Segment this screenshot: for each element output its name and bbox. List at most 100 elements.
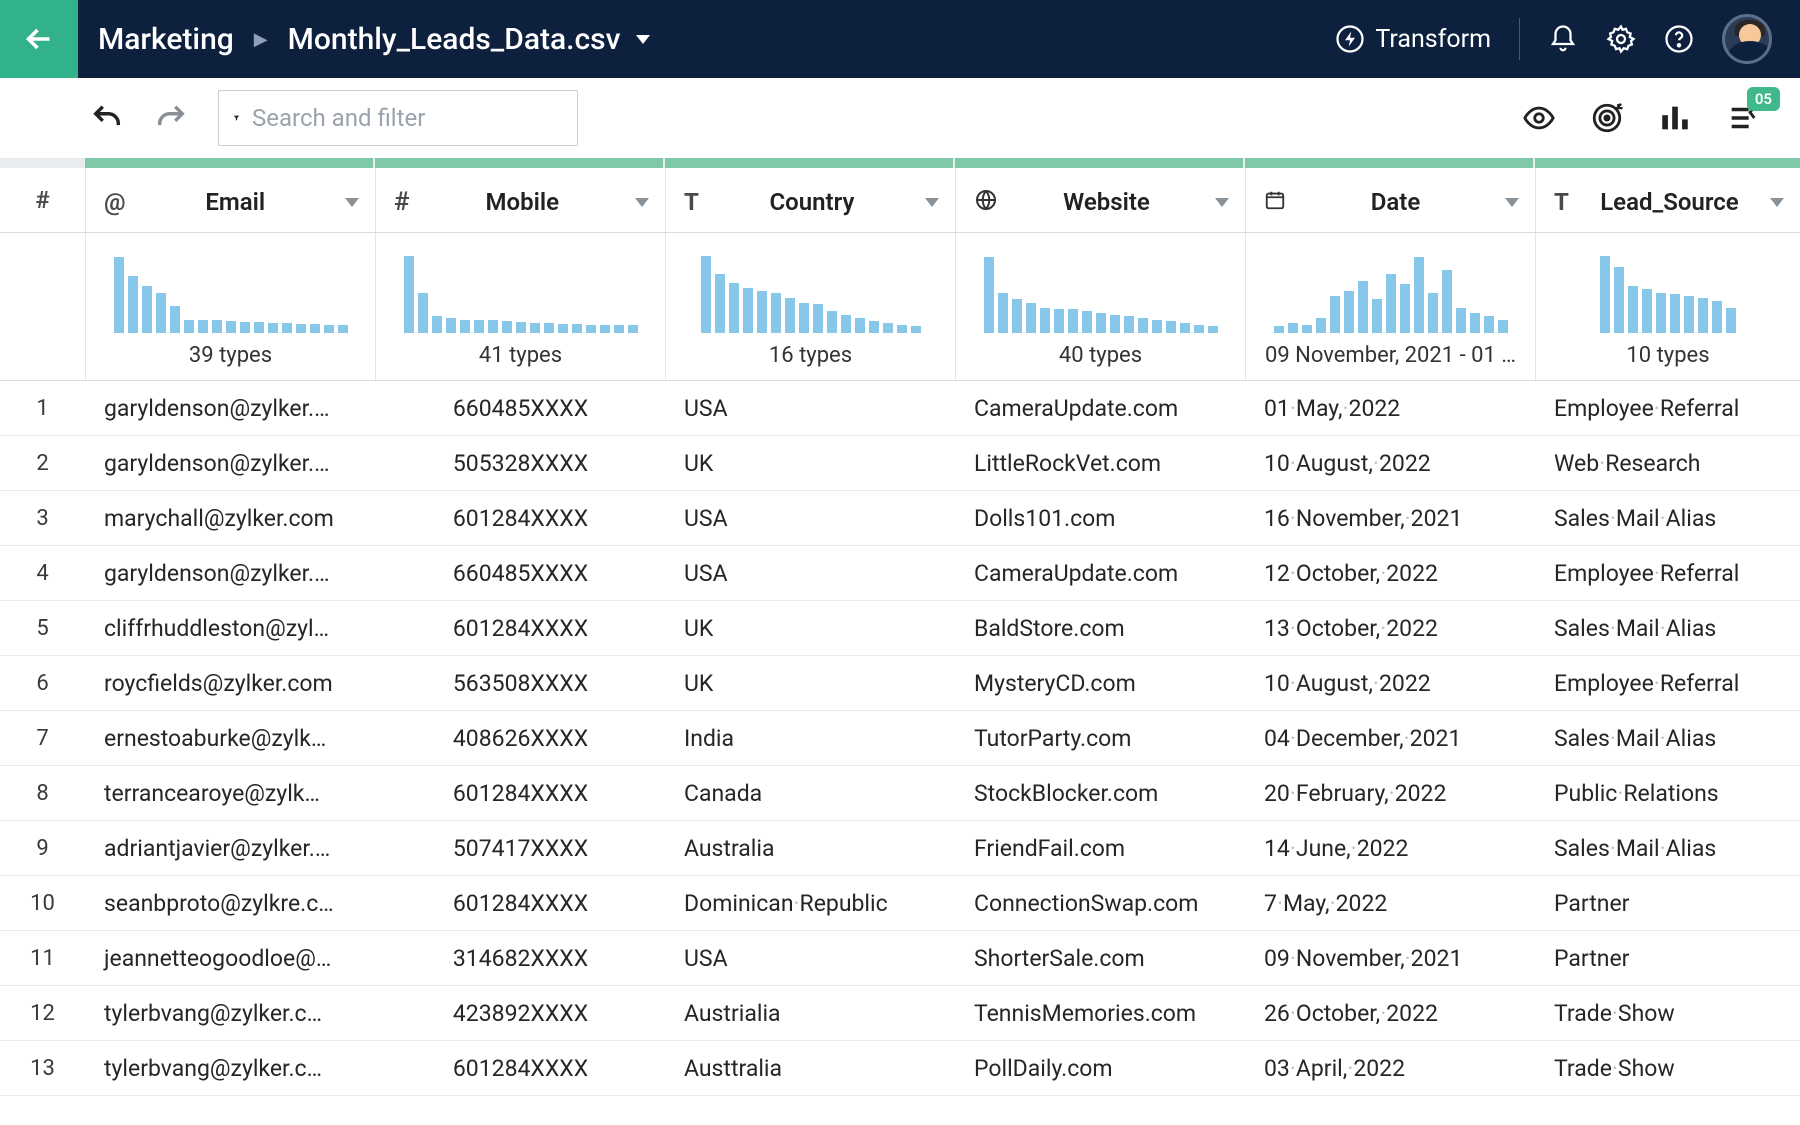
target-button[interactable]	[1590, 101, 1624, 135]
table-row[interactable]: 13tylerbvang@zylker.c…601284XXXXAusttral…	[0, 1041, 1800, 1096]
histogram-country[interactable]: 16 types	[665, 233, 955, 380]
search-filter-field[interactable]	[218, 90, 578, 146]
cell-date[interactable]: 09·November,·2021	[1245, 931, 1535, 985]
caret-down-icon[interactable]	[345, 198, 359, 207]
cell-country[interactable]: Australia	[665, 821, 955, 875]
caret-down-icon[interactable]	[1770, 198, 1784, 207]
redo-button[interactable]	[154, 101, 188, 135]
cell-website[interactable]: FriendFail.com	[955, 821, 1245, 875]
cell-date[interactable]: 26·October,·2022	[1245, 986, 1535, 1040]
cell-country[interactable]: USA	[665, 491, 955, 545]
cell-mobile[interactable]: 601284XXXX	[375, 601, 665, 655]
cell-country[interactable]: UK	[665, 656, 955, 710]
table-row[interactable]: 9adriantjavier@zylker.…507417XXXXAustral…	[0, 821, 1800, 876]
cell-lead-source[interactable]: Public·Relations	[1535, 766, 1800, 820]
cell-email[interactable]: cliffrhuddleston@zyl…	[85, 601, 375, 655]
caret-down-icon[interactable]	[925, 198, 939, 207]
cell-mobile[interactable]: 563508XXXX	[375, 656, 665, 710]
breadcrumb-root[interactable]: Marketing	[98, 22, 234, 57]
preview-button[interactable]	[1522, 101, 1556, 135]
caret-down-icon[interactable]	[1215, 198, 1229, 207]
cell-lead-source[interactable]: Partner	[1535, 876, 1800, 930]
cell-website[interactable]: CameraUpdate.com	[955, 381, 1245, 435]
cell-date[interactable]: 10·August,·2022	[1245, 656, 1535, 710]
cell-lead-source[interactable]: Sales·Mail·Alias	[1535, 711, 1800, 765]
cell-date[interactable]: 16·November,·2021	[1245, 491, 1535, 545]
back-button[interactable]	[0, 0, 78, 78]
cell-email[interactable]: roycfields@zylker.com	[85, 656, 375, 710]
table-row[interactable]: 12tylerbvang@zylker.c…423892XXXXAustrial…	[0, 986, 1800, 1041]
cell-country[interactable]: Austrialia	[665, 986, 955, 1040]
cell-country[interactable]: Canada	[665, 766, 955, 820]
cell-website[interactable]: ConnectionSwap.com	[955, 876, 1245, 930]
cell-lead-source[interactable]: Employee·Referral	[1535, 656, 1800, 710]
cell-email[interactable]: ernestoaburke@zylk…	[85, 711, 375, 765]
notifications-button[interactable]	[1548, 24, 1578, 54]
histogram-lead[interactable]: 10 types	[1535, 233, 1800, 380]
cell-lead-source[interactable]: Employee·Referral	[1535, 381, 1800, 435]
table-row[interactable]: 2garyldenson@zylker.…505328XXXXUKLittleR…	[0, 436, 1800, 491]
cell-website[interactable]: MysteryCD.com	[955, 656, 1245, 710]
column-header-date[interactable]: Date	[1245, 168, 1535, 232]
cell-email[interactable]: tylerbvang@zylker.c…	[85, 986, 375, 1040]
cell-mobile[interactable]: 601284XXXX	[375, 491, 665, 545]
cell-email[interactable]: tylerbvang@zylker.c…	[85, 1041, 375, 1095]
cell-email[interactable]: adriantjavier@zylker.…	[85, 821, 375, 875]
cell-country[interactable]: Austtralia	[665, 1041, 955, 1095]
cell-country[interactable]: USA	[665, 546, 955, 600]
chart-button[interactable]	[1658, 101, 1692, 135]
table-row[interactable]: 11jeannetteogoodloe@…314682XXXXUSAShorte…	[0, 931, 1800, 986]
cell-date[interactable]: 20·February,·2022	[1245, 766, 1535, 820]
table-row[interactable]: 3marychall@zylker.com601284XXXXUSADolls1…	[0, 491, 1800, 546]
cell-lead-source[interactable]: Sales·Mail·Alias	[1535, 821, 1800, 875]
column-header-lead[interactable]: TLead_Source	[1535, 168, 1800, 232]
cell-website[interactable]: Dolls101.com	[955, 491, 1245, 545]
histogram-mobile[interactable]: 41 types	[375, 233, 665, 380]
table-row[interactable]: 10seanbproto@zylkre.c…601284XXXXDominica…	[0, 876, 1800, 931]
cell-mobile[interactable]: 601284XXXX	[375, 1041, 665, 1095]
search-input[interactable]	[252, 104, 563, 132]
cell-date[interactable]: 04·December,·2021	[1245, 711, 1535, 765]
cell-mobile[interactable]: 423892XXXX	[375, 986, 665, 1040]
cell-mobile[interactable]: 505328XXXX	[375, 436, 665, 490]
column-header-website[interactable]: Website	[955, 168, 1245, 232]
caret-down-icon[interactable]	[1505, 198, 1519, 207]
table-row[interactable]: 4garyldenson@zylker.…660485XXXXUSACamera…	[0, 546, 1800, 601]
cell-date[interactable]: 03·April,·2022	[1245, 1041, 1535, 1095]
cell-email[interactable]: garyldenson@zylker.…	[85, 381, 375, 435]
cell-country[interactable]: Dominican·Republic	[665, 876, 955, 930]
cell-date[interactable]: 01·May,·2022	[1245, 381, 1535, 435]
cell-email[interactable]: garyldenson@zylker.…	[85, 436, 375, 490]
table-row[interactable]: 1garyldenson@zylker.…660485XXXXUSACamera…	[0, 381, 1800, 436]
histogram-email[interactable]: 39 types	[85, 233, 375, 380]
cell-country[interactable]: India	[665, 711, 955, 765]
file-switcher[interactable]: Monthly_Leads_Data.csv	[288, 22, 651, 57]
cell-website[interactable]: LittleRockVet.com	[955, 436, 1245, 490]
cell-website[interactable]: TutorParty.com	[955, 711, 1245, 765]
cell-lead-source[interactable]: Partner	[1535, 931, 1800, 985]
cell-website[interactable]: ShorterSale.com	[955, 931, 1245, 985]
table-row[interactable]: 7ernestoaburke@zylk…408626XXXXIndiaTutor…	[0, 711, 1800, 766]
cell-lead-source[interactable]: Web·Research	[1535, 436, 1800, 490]
column-header-mobile[interactable]: #Mobile	[375, 168, 665, 232]
settings-button[interactable]	[1606, 24, 1636, 54]
cell-date[interactable]: 10·August,·2022	[1245, 436, 1535, 490]
cell-country[interactable]: UK	[665, 601, 955, 655]
caret-down-icon[interactable]	[635, 198, 649, 207]
cell-lead-source[interactable]: Sales·Mail·Alias	[1535, 491, 1800, 545]
cell-date[interactable]: 13·October,·2022	[1245, 601, 1535, 655]
cell-website[interactable]: BaldStore.com	[955, 601, 1245, 655]
cell-mobile[interactable]: 660485XXXX	[375, 546, 665, 600]
cell-lead-source[interactable]: Sales·Mail·Alias	[1535, 601, 1800, 655]
help-button[interactable]	[1664, 24, 1694, 54]
cell-mobile[interactable]: 408626XXXX	[375, 711, 665, 765]
cell-email[interactable]: marychall@zylker.com	[85, 491, 375, 545]
cell-date[interactable]: 7·May,·2022	[1245, 876, 1535, 930]
cell-website[interactable]: PollDaily.com	[955, 1041, 1245, 1095]
cell-lead-source[interactable]: Trade·Show	[1535, 1041, 1800, 1095]
cell-website[interactable]: CameraUpdate.com	[955, 546, 1245, 600]
rules-button[interactable]: 05	[1726, 101, 1760, 135]
table-row[interactable]: 6roycfields@zylker.com563508XXXXUKMyster…	[0, 656, 1800, 711]
cell-country[interactable]: UK	[665, 436, 955, 490]
cell-email[interactable]: garyldenson@zylker.…	[85, 546, 375, 600]
